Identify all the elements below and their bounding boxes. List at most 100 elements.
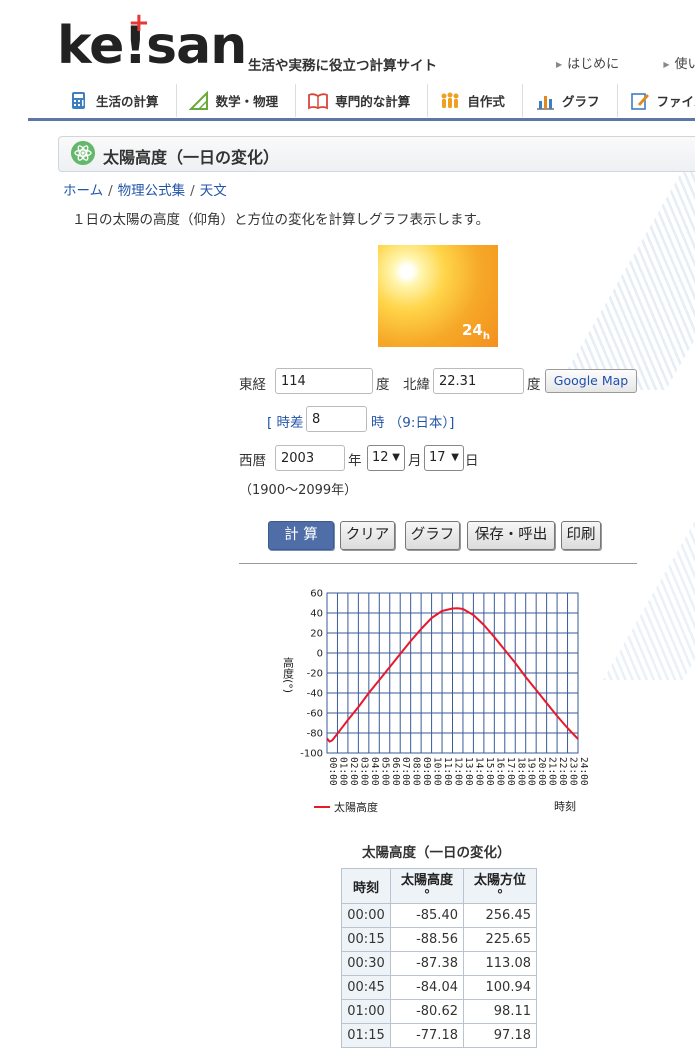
time-cell: 01:15 <box>341 1023 391 1048</box>
x-tick-label: 08:00 <box>411 757 422 786</box>
x-tick-label: 14:00 <box>473 757 484 786</box>
people-icon <box>441 92 459 108</box>
x-tick-label: 09:00 <box>421 757 432 786</box>
table-row: 00:15 -88.56 225.65 <box>341 927 537 952</box>
column-header-altitude: 太陽高度 ° <box>390 868 464 904</box>
column-header-time: 時刻 <box>341 868 391 904</box>
divider <box>239 563 637 564</box>
page-description: １日の太陽の高度（仰角）と方位の変化を計算しグラフ表示します。 <box>72 212 490 228</box>
longitude-label: 東経 <box>239 377 266 393</box>
bar-chart-icon <box>536 95 554 110</box>
x-tick-label: 06:00 <box>390 757 401 786</box>
x-tick-label: 20:00 <box>536 757 547 786</box>
save-load-button[interactable]: 保存・呼出 <box>467 521 555 550</box>
table-row: 00:00 -85.40 256.45 <box>341 903 537 928</box>
latitude-input[interactable] <box>433 368 524 394</box>
site-logo[interactable]: ke!san <box>57 20 247 72</box>
altitude-table: 時刻 太陽高度 ° 太陽方位 ° 00:00 -85.40 256.45 00:15-… <box>341 868 537 1048</box>
nav-math-physics[interactable]: 数学・物理 <box>175 84 291 117</box>
nav-life[interactable]: 生活の計算 <box>57 84 171 117</box>
x-tick-label: 21:00 <box>547 757 558 786</box>
breadcrumb-home[interactable]: ホーム <box>63 183 103 199</box>
azimuth-cell: 100.94 <box>463 975 537 1000</box>
altitude-cell: -80.62 <box>390 999 464 1024</box>
y-tick-label: 20 <box>310 629 323 640</box>
time-cell: 00:30 <box>341 951 391 976</box>
table-row: 00:30 -87.38 113.08 <box>341 951 537 976</box>
year-unit: 年 <box>348 453 362 469</box>
calculator-icon <box>72 91 85 109</box>
x-tick-label: 16:00 <box>494 757 505 786</box>
top-links: ▶はじめに ▶使い方 <box>556 53 695 72</box>
table-row: 01:00 -80.62 98.11 <box>341 999 537 1024</box>
x-tick-label: 11:00 <box>442 757 453 786</box>
top-link-usage[interactable]: ▶使い方 <box>663 57 695 72</box>
triangle-ruler-icon <box>188 90 208 110</box>
timezone-open-label: [ 時差 <box>267 415 304 431</box>
x-tick-label: 05:00 <box>379 757 390 786</box>
month-unit: 月 <box>408 453 422 469</box>
year-input[interactable] <box>275 445 345 471</box>
chevron-down-icon: ▼ <box>392 452 400 463</box>
nav-custom-formula[interactable]: 自作式 <box>427 84 517 117</box>
clear-button[interactable]: クリア <box>340 521 395 550</box>
hero-24h-label: 24h <box>462 321 490 342</box>
azimuth-cell: 98.11 <box>463 999 537 1024</box>
timezone-input[interactable] <box>306 406 367 432</box>
book-icon <box>308 92 329 109</box>
month-select[interactable]: 12 ▼ <box>367 445 405 471</box>
breadcrumb-separator: / <box>108 183 113 199</box>
time-cell: 01:00 <box>341 999 391 1024</box>
solar-altitude-chart: 60 40 20 0 -20 -40 -60 -80 -100 00:00 01:00 02:00 03… <box>282 589 590 815</box>
latitude-unit: 度 <box>527 377 541 393</box>
breadcrumb: ホーム / 物理公式集 / 天文 <box>63 179 227 199</box>
column-header-azimuth: 太陽方位 ° <box>463 868 537 904</box>
altitude-cell: -85.40 <box>390 903 464 928</box>
calculate-button[interactable]: 計 算 <box>268 521 334 550</box>
y-tick-label: 60 <box>310 589 323 600</box>
x-tick-label: 23:00 <box>568 757 579 786</box>
top-link-intro[interactable]: ▶ はじめに <box>556 57 639 72</box>
table-title: 太陽高度（一日の変化） <box>362 845 511 861</box>
day-select[interactable]: 17 ▼ <box>424 445 464 471</box>
x-tick-label: 18:00 <box>515 757 526 786</box>
azimuth-cell: 97.18 <box>463 1023 537 1048</box>
altitude-cell: -77.18 <box>390 1023 464 1048</box>
print-button[interactable]: 印刷 <box>561 521 601 550</box>
x-tick-label: 10:00 <box>432 757 443 786</box>
logo-plus-icon: + <box>128 8 150 38</box>
graph-button[interactable]: グラフ <box>405 521 460 550</box>
triangle-right-icon: ▶ <box>556 60 563 69</box>
google-map-button[interactable]: Google Map <box>545 369 637 393</box>
legend-label: 太陽高度 <box>334 800 378 814</box>
atom-icon <box>71 141 95 165</box>
breadcrumb-astronomy[interactable]: 天文 <box>200 183 227 199</box>
latitude-label: 北緯 <box>403 377 430 393</box>
nav-graph[interactable]: グラフ <box>521 84 612 117</box>
breadcrumb-separator: / <box>190 183 195 199</box>
timezone-close-label: 時 （9:日本）] <box>371 415 455 431</box>
breadcrumb-physics[interactable]: 物理公式集 <box>118 183 186 199</box>
background-decoration <box>603 500 695 680</box>
chevron-down-icon: ▼ <box>451 452 459 463</box>
x-tick-label: 00:00 <box>327 757 338 786</box>
azimuth-cell: 225.65 <box>463 927 537 952</box>
altitude-cell: -88.56 <box>390 927 464 952</box>
x-tick-label: 07:00 <box>400 757 411 786</box>
x-tick-label: 22:00 <box>557 757 568 786</box>
x-tick-label: 03:00 <box>358 757 369 786</box>
x-tick-label: 02:00 <box>348 757 359 786</box>
y-tick-label: 40 <box>310 609 323 620</box>
x-tick-label: 15:00 <box>484 757 495 786</box>
nav-file[interactable]: ファイル <box>616 84 695 117</box>
longitude-input[interactable] <box>275 368 373 394</box>
nav-professional[interactable]: 専門的な計算 <box>295 84 422 117</box>
site-tagline: 生活や実務に役立つ計算サイト <box>248 58 437 74</box>
y-tick-label: -40 <box>307 689 323 700</box>
y-tick-label: -20 <box>307 669 323 680</box>
page-title: 太陽高度（一日の変化） <box>103 148 280 167</box>
azimuth-cell: 113.08 <box>463 951 537 976</box>
table-row: 01:15 -77.18 97.18 <box>341 1023 537 1048</box>
time-cell: 00:00 <box>341 903 391 928</box>
x-tick-label: 24:00 <box>578 757 589 786</box>
